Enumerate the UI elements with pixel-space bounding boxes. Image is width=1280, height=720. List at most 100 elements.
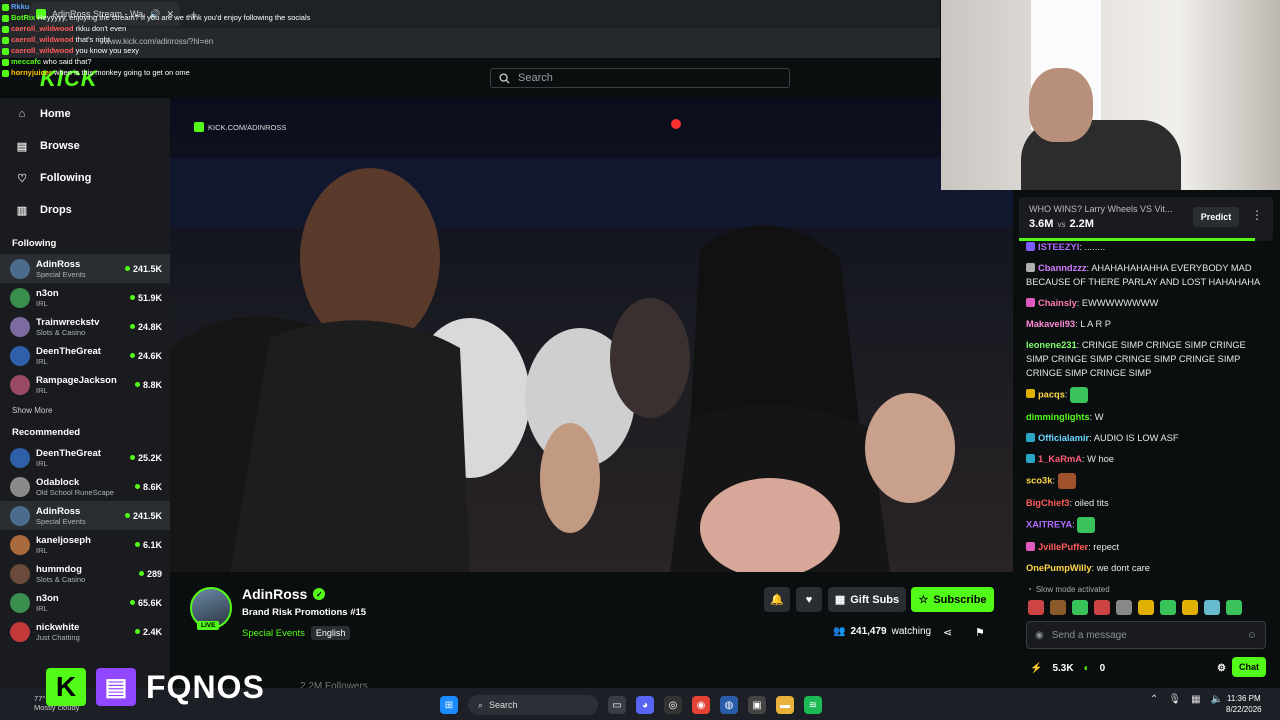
streamer-name-row: AdinRoss ✓ <box>242 586 326 602</box>
points-value[interactable]: 5.3K <box>1052 663 1073 674</box>
chat-text: oiled tits <box>1074 498 1109 508</box>
chat-username[interactable]: dimminglights <box>1026 412 1090 422</box>
show-more-link[interactable]: Show More <box>0 399 170 423</box>
share-icon[interactable]: ⋖ <box>943 626 952 639</box>
browser-icon[interactable]: ◍ <box>720 696 738 714</box>
streamer-name[interactable]: AdinRoss <box>242 586 307 602</box>
channel-item[interactable]: n3on IRL 51.9K <box>0 283 170 312</box>
more-options-icon[interactable]: ⋮ <box>1251 208 1263 222</box>
microphone-icon[interactable]: 🎙 <box>1168 694 1181 705</box>
chat-username[interactable]: leonene231 <box>1026 340 1077 350</box>
category-link[interactable]: Special Events <box>242 628 305 639</box>
chat-username[interactable]: sco3k <box>1026 475 1052 485</box>
chat-username[interactable]: Chainsly <box>1038 298 1077 308</box>
chat-input[interactable]: ◉ Send a message ☺ <box>1026 621 1266 649</box>
channel-avatar <box>10 447 30 468</box>
volume-icon[interactable]: 🔈 <box>1211 694 1223 705</box>
channel-item[interactable]: RampageJackson IRL 8.8K <box>0 370 170 399</box>
channel-item[interactable]: nickwhite Just Chatting 2.4K <box>0 617 170 646</box>
emote-icon[interactable] <box>1028 600 1044 615</box>
chat-username[interactable]: Cbanndzzz <box>1038 263 1087 273</box>
chat-username[interactable]: XAITREYA <box>1026 519 1072 529</box>
channel-category: Special Events <box>36 269 86 279</box>
follow-button[interactable]: ♥ <box>796 587 822 612</box>
emote-icon[interactable] <box>1138 600 1154 615</box>
sidebar-item-home[interactable]: ⌂ Home <box>0 98 170 130</box>
tray-chevron-icon[interactable]: ⌃ <box>1150 694 1158 705</box>
chat-input-placeholder: Send a message <box>1051 629 1127 641</box>
overlay-chat-line: hornyjuicer when is this monkey going to… <box>2 67 342 78</box>
prediction-card[interactable]: WHO WINS? Larry Wheels VS Vit... 3.6M vs… <box>1019 197 1273 241</box>
kick-points-value[interactable]: 0 <box>1100 663 1106 674</box>
emote-icon[interactable] <box>1160 600 1176 615</box>
channel-viewers: 241.5K <box>124 264 162 274</box>
kick-brand-icon: K <box>46 668 86 706</box>
subscribe-button[interactable]: ☆ Subscribe <box>911 587 994 612</box>
chat-badge-icon <box>1026 389 1035 399</box>
video-player[interactable]: KICK.COM/ADINROSS <box>170 98 1013 572</box>
chat-username[interactable]: Makaveli93 <box>1026 319 1075 329</box>
language-tag[interactable]: English <box>310 626 351 640</box>
following-list: AdinRoss Special Events 241.5K n3on IRL 51.9K… <box>0 254 170 399</box>
channel-item[interactable]: hummdog Slots & Casino 289 <box>0 559 170 588</box>
chat-username[interactable]: Officialamir <box>1038 433 1089 443</box>
channel-avatar <box>10 592 30 613</box>
chat-username[interactable]: 1_KaRmA <box>1038 454 1082 464</box>
emote-icon[interactable] <box>1116 600 1132 615</box>
gift-subs-button[interactable]: ▦ Gift Subs <box>828 587 906 612</box>
channel-item[interactable]: Odablock Old School RuneScape 8.6K <box>0 472 170 501</box>
channel-item[interactable]: Trainwreckstv Slots & Casino 24.8K <box>0 312 170 341</box>
overlay-badge-icon <box>2 3 9 11</box>
windows-start-icon[interactable]: ⊞ <box>440 696 458 714</box>
discord-icon[interactable]: ◕ <box>636 696 654 714</box>
sidebar-item-drops[interactable]: ▥ Drops <box>0 194 170 226</box>
chat-send-button[interactable]: Chat <box>1232 657 1266 677</box>
channel-avatar <box>10 316 30 337</box>
system-clock[interactable]: 11:36 PM 8/22/2026 <box>1226 693 1262 715</box>
overlay-badge-icon <box>2 58 9 66</box>
channel-item[interactable]: DeenTheGreat IRL 24.6K <box>0 341 170 370</box>
media-icon[interactable]: ▣ <box>748 696 766 714</box>
emote-icon[interactable] <box>1226 600 1242 615</box>
settings-icon[interactable]: ⚙ <box>1217 663 1226 674</box>
sidebar-item-following[interactable]: ♡ Following <box>0 162 170 194</box>
chat-badge-icon[interactable]: ◉ <box>1035 630 1044 641</box>
chrome-icon[interactable]: ◉ <box>692 696 710 714</box>
predict-button[interactable]: Predict <box>1193 207 1239 227</box>
app-icon[interactable]: ◎ <box>664 696 682 714</box>
channel-item[interactable]: kaneljoseph IRL 6.1K <box>0 530 170 559</box>
file-explorer-icon[interactable]: ▬ <box>776 696 794 714</box>
prediction-question: WHO WINS? Larry Wheels VS Vit... <box>1029 204 1173 214</box>
chat-username[interactable]: pacqs <box>1038 389 1065 399</box>
chat-text: L A R P <box>1080 319 1111 329</box>
channel-item[interactable]: DeenTheGreat IRL 25.2K <box>0 443 170 472</box>
channel-name: n3on <box>36 592 59 604</box>
emoji-icon[interactable]: ☺ <box>1247 630 1257 641</box>
chat-message: Makaveli93: L A R P <box>1026 319 1111 329</box>
network-icon[interactable]: ▦ <box>1191 694 1200 705</box>
channel-item[interactable]: n3on IRL 65.6K <box>0 588 170 617</box>
brand-overlay: K ▤ FQNOS <box>46 667 265 707</box>
channel-item[interactable]: AdinRoss Special Events 241.5K <box>0 501 170 530</box>
notifications-button[interactable]: 🔔 <box>764 587 790 612</box>
viewer-count: 👥 241,479 watching <box>833 626 931 637</box>
task-view-icon[interactable]: ▭ <box>608 696 626 714</box>
report-icon[interactable]: ⚑ <box>975 626 985 639</box>
emote-icon[interactable] <box>1072 600 1088 615</box>
emote-icon[interactable] <box>1182 600 1198 615</box>
chat-username[interactable]: OnePumpWilly <box>1026 563 1092 573</box>
chat-username[interactable]: ISTEEZYI <box>1038 242 1079 252</box>
channel-item[interactable]: AdinRoss Special Events 241.5K <box>0 254 170 283</box>
spotify-icon[interactable]: ≋ <box>804 696 822 714</box>
emote-icon[interactable] <box>1050 600 1066 615</box>
chat-username[interactable]: BigChief3 <box>1026 498 1069 508</box>
sidebar-item-browse[interactable]: ▤ Browse <box>0 130 170 162</box>
chat-username[interactable]: JvillePuffer <box>1038 542 1088 552</box>
taskbar-search[interactable]: ⌕ Search <box>468 695 598 715</box>
emote-icon[interactable] <box>1094 600 1110 615</box>
channel-meta: DeenTheGreat IRL <box>36 448 130 468</box>
emote-icon[interactable] <box>1204 600 1220 615</box>
viewer-count-value: 241,479 <box>850 626 887 637</box>
sidebar-nav: ⌂ Home ▤ Browse ♡ Following ▥ Drops <box>0 98 170 226</box>
search-input[interactable]: Search <box>490 68 790 88</box>
